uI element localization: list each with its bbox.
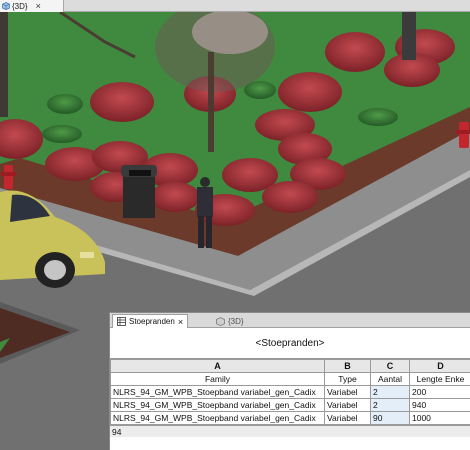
tab-stoepranden-label: Stoepranden bbox=[129, 317, 175, 326]
column-header[interactable]: Family bbox=[110, 372, 325, 386]
schedule-table: A B C D Family Type Aantal Lengte Enke N… bbox=[110, 359, 470, 425]
status-total: 94 bbox=[110, 425, 470, 437]
table-cell[interactable]: 940 bbox=[409, 398, 470, 412]
table-cell[interactable]: Variabel bbox=[324, 398, 371, 412]
tab-stoepranden[interactable]: Stoepranden × bbox=[112, 314, 189, 328]
schedule-tab-strip: Stoepranden × {3D} bbox=[110, 313, 470, 328]
trash-bin bbox=[121, 165, 157, 218]
table-cell[interactable]: 2 bbox=[370, 385, 410, 399]
schedule-title: <Stoepranden> bbox=[110, 328, 470, 359]
column-letter[interactable]: C bbox=[370, 359, 410, 373]
table-cell[interactable]: Variabel bbox=[324, 385, 371, 399]
table-cell[interactable]: Variabel bbox=[324, 411, 371, 425]
column-header-row: Family Type Aantal Lengte Enke bbox=[110, 372, 470, 386]
table-cell[interactable]: 2 bbox=[370, 398, 410, 412]
column-letter[interactable]: D bbox=[409, 359, 470, 373]
tab-3d-view[interactable]: {3D} × bbox=[0, 0, 64, 12]
close-icon[interactable]: × bbox=[36, 1, 41, 11]
view-tab-strip: {3D} × bbox=[0, 0, 470, 12]
column-letter[interactable]: A bbox=[110, 359, 325, 373]
column-header[interactable]: Lengte Enke bbox=[409, 372, 470, 386]
column-letter-row: A B C D bbox=[110, 359, 470, 373]
table-row[interactable]: NLRS_94_GM_WPB_Stoepband variabel_gen_Ca… bbox=[110, 411, 470, 425]
3d-view-icon bbox=[2, 2, 10, 10]
table-cell[interactable]: NLRS_94_GM_WPB_Stoepband variabel_gen_Ca… bbox=[110, 385, 325, 399]
tab-3d-label: {3D} bbox=[228, 316, 244, 326]
table-cell[interactable]: NLRS_94_GM_WPB_Stoepband variabel_gen_Ca… bbox=[110, 398, 325, 412]
table-cell[interactable]: 90 bbox=[370, 411, 410, 425]
column-header[interactable]: Aantal bbox=[370, 372, 410, 386]
table-cell[interactable]: 1000 bbox=[409, 411, 470, 425]
column-header[interactable]: Type bbox=[324, 372, 371, 386]
tab-3d-label: {3D} bbox=[12, 1, 28, 11]
table-cell[interactable]: NLRS_94_GM_WPB_Stoepband variabel_gen_Ca… bbox=[110, 411, 325, 425]
table-row[interactable]: NLRS_94_GM_WPB_Stoepband variabel_gen_Ca… bbox=[110, 385, 470, 399]
close-icon[interactable]: × bbox=[178, 317, 183, 327]
table-row[interactable]: NLRS_94_GM_WPB_Stoepband variabel_gen_Ca… bbox=[110, 398, 470, 412]
table-cell[interactable]: 200 bbox=[409, 385, 470, 399]
schedule-window: Stoepranden × {3D} <Stoepranden> A B C D… bbox=[109, 312, 470, 450]
schedule-icon bbox=[117, 317, 126, 326]
tab-3d[interactable]: {3D} bbox=[212, 314, 248, 328]
column-letter[interactable]: B bbox=[324, 359, 371, 373]
3d-view-icon bbox=[216, 316, 225, 326]
